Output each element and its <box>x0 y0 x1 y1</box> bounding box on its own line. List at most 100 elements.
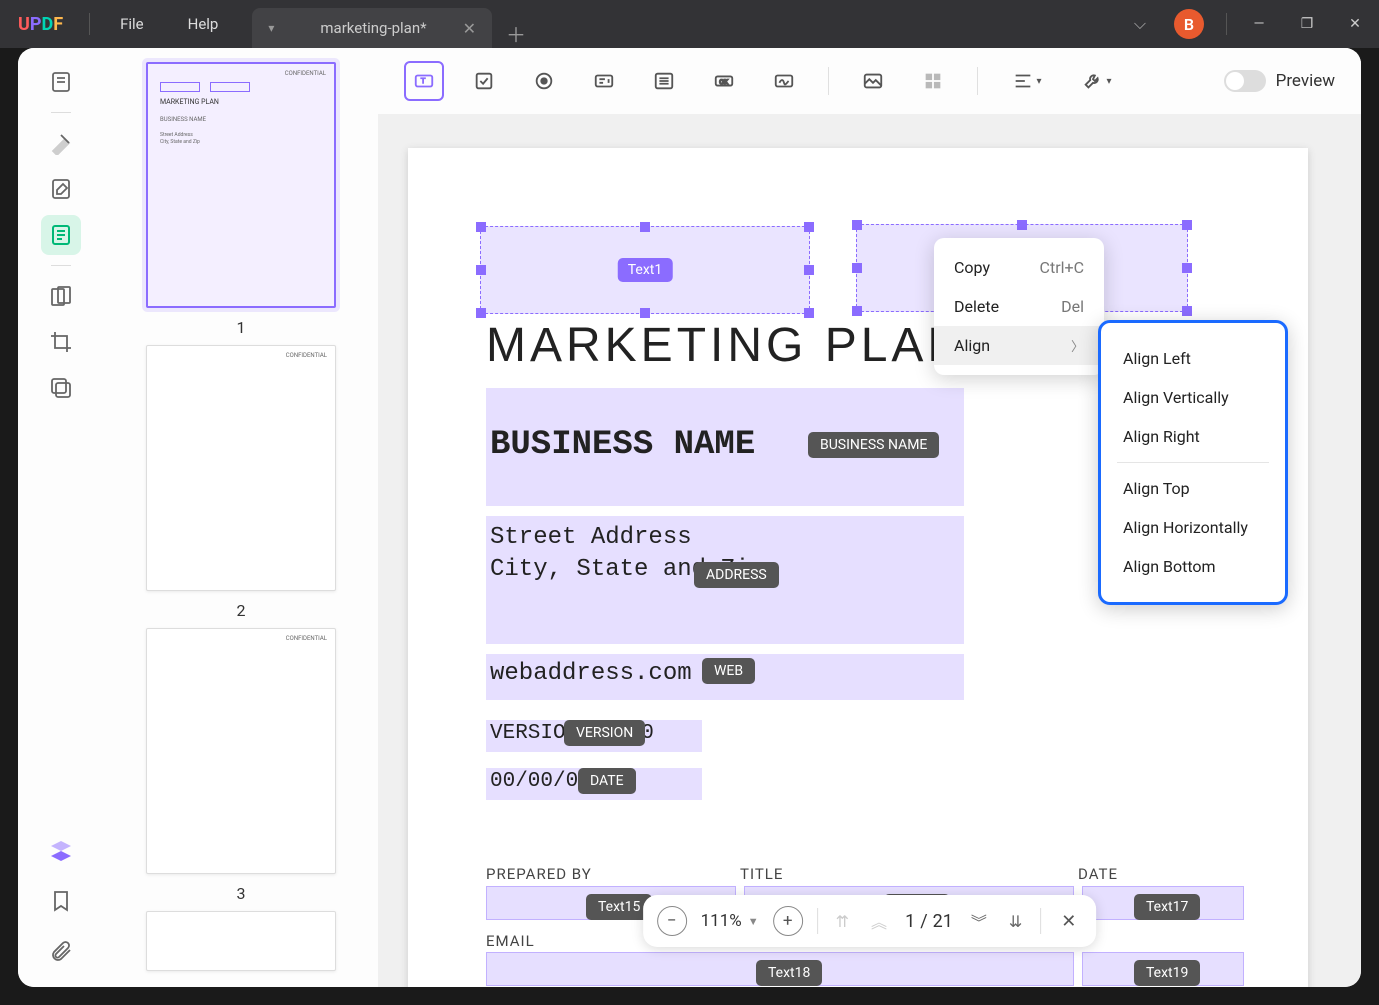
context-delete[interactable]: Delete Del <box>934 287 1104 326</box>
field-tag: Text1 <box>618 258 673 282</box>
web-text: webaddress.com <box>490 660 692 687</box>
highlight-tool-icon[interactable] <box>41 123 81 163</box>
field-tag-t18: Text18 <box>756 960 822 986</box>
confidential-label: CONFIDENTIAL <box>286 635 327 642</box>
separator <box>51 112 71 113</box>
preview-toggle[interactable]: Preview <box>1224 70 1335 92</box>
compare-tool-icon[interactable] <box>41 368 81 408</box>
align-bottom[interactable]: Align Bottom <box>1101 547 1285 586</box>
thumbnail-page-2[interactable]: CONFIDENTIAL 2 <box>141 345 341 620</box>
last-page-button[interactable]: ⇊ <box>1005 912 1026 931</box>
align-right[interactable]: Align Right <box>1101 417 1285 456</box>
label-title: TITLE <box>740 865 783 883</box>
label-date: DATE <box>1078 865 1118 883</box>
canvas[interactable]: OK ▾ ▾ Preview Text1 <box>378 48 1361 987</box>
window-controls: ⌵ B — ❐ ✕ <box>1120 0 1379 48</box>
close-icon[interactable]: ✕ <box>463 19 476 38</box>
workspace: CONFIDENTIAL MARKETING PLAN BUSINESS NAM… <box>18 48 1361 987</box>
form-field-text1-left[interactable]: Text1 <box>480 226 810 314</box>
current-page: 1 <box>905 911 915 932</box>
thumbnail-page-3[interactable]: CONFIDENTIAL 3 <box>141 628 341 903</box>
zoom-out-button[interactable]: − <box>657 906 687 936</box>
menu-file[interactable]: File <box>98 15 166 33</box>
first-page-button[interactable]: ⇈ <box>832 912 853 931</box>
attachment-icon[interactable] <box>41 931 81 971</box>
context-align-label: Align <box>954 336 990 355</box>
chevron-down-icon: ▼ <box>748 915 759 928</box>
prev-page-button[interactable]: ︽ <box>867 909 891 933</box>
page-navigation-bar: − 111% ▼ + ⇈ ︽ 1 / 21 ︾ ⇊ ✕ <box>643 895 1097 947</box>
context-menu: Copy Ctrl+C Delete Del Align 〉 <box>934 238 1104 375</box>
separator <box>828 67 829 95</box>
next-page-button[interactable]: ︾ <box>967 909 991 933</box>
maximize-button[interactable]: ❐ <box>1283 0 1331 48</box>
button-tool-icon[interactable]: OK <box>704 61 744 101</box>
align-top[interactable]: Align Top <box>1101 469 1285 508</box>
align-left[interactable]: Align Left <box>1101 339 1285 378</box>
close-window-button[interactable]: ✕ <box>1331 0 1379 48</box>
shortcut-label: Del <box>1061 297 1084 316</box>
context-copy-label: Copy <box>954 258 990 277</box>
listbox-tool-icon[interactable] <box>644 61 684 101</box>
thumbnail-page-1[interactable]: CONFIDENTIAL MARKETING PLAN BUSINESS NAM… <box>141 62 341 337</box>
radio-tool-icon[interactable] <box>524 61 564 101</box>
reader-tool-icon[interactable] <box>41 62 81 102</box>
menu-help[interactable]: Help <box>166 15 241 33</box>
crop-tool-icon[interactable] <box>41 322 81 362</box>
app-logo: UPDF <box>0 14 81 35</box>
context-delete-label: Delete <box>954 297 999 316</box>
address-line1: Street Address <box>490 524 692 551</box>
separator <box>89 13 90 35</box>
left-toolrail <box>18 48 104 987</box>
minimize-button[interactable]: — <box>1235 0 1283 48</box>
align-vertically[interactable]: Align Vertically <box>1101 378 1285 417</box>
separator <box>1226 13 1227 35</box>
zoom-in-button[interactable]: + <box>773 906 803 936</box>
organize-tool-icon[interactable] <box>41 276 81 316</box>
tools-dropdown-icon[interactable]: ▾ <box>1072 61 1122 101</box>
align-dropdown-icon[interactable]: ▾ <box>1002 61 1052 101</box>
tab-marketing-plan[interactable]: ▾ marketing-plan* ✕ <box>252 8 492 48</box>
separator <box>51 265 71 266</box>
context-align[interactable]: Align 〉 <box>934 326 1104 365</box>
chevron-right-icon: 〉 <box>1071 336 1084 355</box>
layers-icon[interactable] <box>41 831 81 871</box>
edit-text-tool-icon[interactable] <box>41 169 81 209</box>
bookmark-icon[interactable] <box>41 881 81 921</box>
thumbnail-number: 1 <box>237 318 246 337</box>
tab-strip: ▾ marketing-plan* ✕ ＋ <box>252 0 1120 48</box>
avatar[interactable]: B <box>1174 9 1204 39</box>
pin-icon[interactable]: ▾ <box>268 21 274 35</box>
text-field-tool-icon[interactable] <box>404 61 444 101</box>
form-tool-icon[interactable] <box>41 215 81 255</box>
field-tag-version: VERSION <box>564 720 645 746</box>
thumbnail-number: 3 <box>237 884 246 903</box>
form-toolbar: OK ▾ ▾ Preview <box>378 48 1361 114</box>
preview-label: Preview <box>1276 71 1335 91</box>
dropdown-tool-icon[interactable] <box>584 61 624 101</box>
label-prepared-by: PREPARED BY <box>486 865 592 883</box>
toggle-switch[interactable] <box>1224 70 1266 92</box>
new-tab-button[interactable]: ＋ <box>492 19 540 48</box>
separator <box>977 67 978 95</box>
context-copy[interactable]: Copy Ctrl+C <box>934 248 1104 287</box>
barcode-tool-icon[interactable] <box>913 61 953 101</box>
checkbox-tool-icon[interactable] <box>464 61 504 101</box>
image-field-tool-icon[interactable] <box>853 61 893 101</box>
close-pagebar-button[interactable]: ✕ <box>1055 911 1082 932</box>
align-submenu: Align Left Align Vertically Align Right … <box>1098 320 1288 605</box>
field-tag-date: DATE <box>578 768 636 794</box>
page-sep: / <box>920 911 927 932</box>
chevron-down-icon[interactable]: ⌵ <box>1120 14 1160 34</box>
align-horizontally[interactable]: Align Horizontally <box>1101 508 1285 547</box>
thumbnail-panel: CONFIDENTIAL MARKETING PLAN BUSINESS NAM… <box>104 48 378 987</box>
thumbnail-page-4[interactable] <box>141 911 341 971</box>
page-indicator[interactable]: 1 / 21 <box>905 911 953 932</box>
field-tag-address: ADDRESS <box>694 562 779 588</box>
svg-text:OK: OK <box>719 78 728 86</box>
tab-title: marketing-plan* <box>320 19 426 37</box>
signature-tool-icon[interactable] <box>764 61 804 101</box>
field-tag-t19: Text19 <box>1134 960 1200 986</box>
confidential-label: CONFIDENTIAL <box>286 352 327 359</box>
zoom-level[interactable]: 111% ▼ <box>701 911 759 931</box>
